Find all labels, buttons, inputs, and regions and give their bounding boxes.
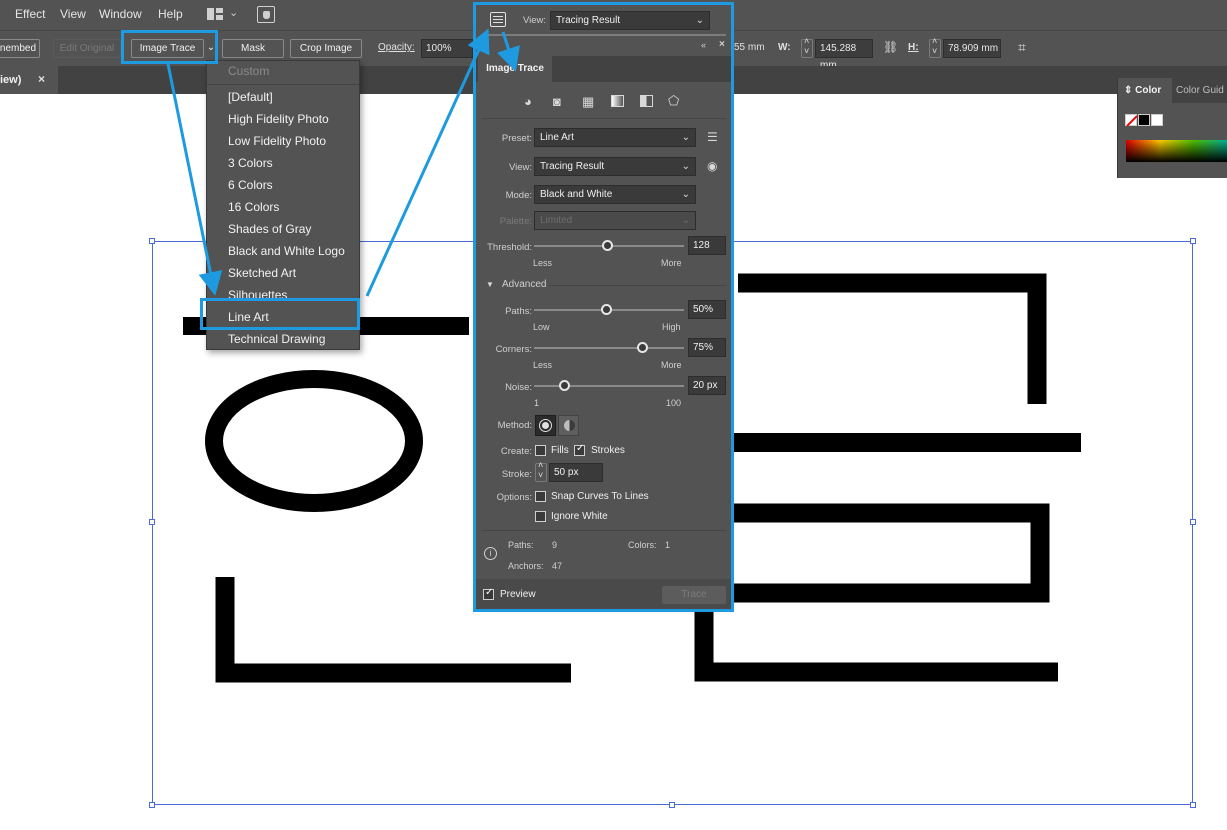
arrow-to-panel-icon bbox=[365, 28, 490, 297]
arrow-to-line-art bbox=[166, 63, 223, 296]
annotation-arrows bbox=[166, 28, 520, 297]
arrow-to-panel-tab bbox=[497, 31, 520, 72]
